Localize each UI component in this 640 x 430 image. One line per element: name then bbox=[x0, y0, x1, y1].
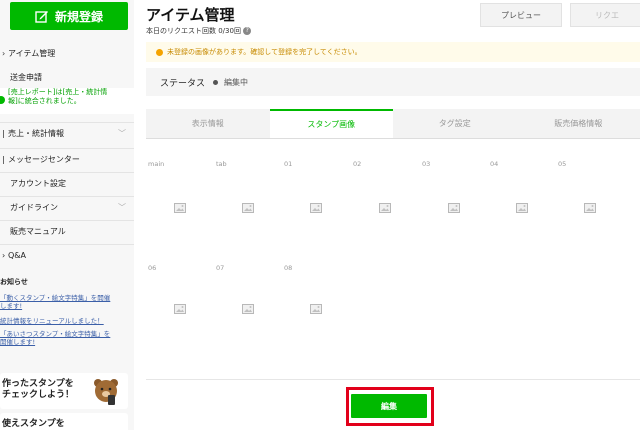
news-link[interactable]: 「あいさつスタンプ・絵文字特集」を 開催します! bbox=[0, 330, 132, 346]
warning-text: 未登録の画像があります。確認して登録を完了してください。 bbox=[167, 48, 362, 56]
tab-display-info[interactable]: 表示情報 bbox=[146, 109, 270, 138]
news-link-text: 「動くスタンプ・絵文字特集」を開催 bbox=[0, 294, 111, 302]
news-link-text: 「あいさつスタンプ・絵文字特集」を bbox=[0, 330, 111, 338]
image-placeholder-icon[interactable] bbox=[448, 203, 460, 213]
sidebar-item-label: アカウント設定 bbox=[10, 179, 66, 188]
bullet-icon: | bbox=[2, 129, 5, 138]
request-count-text: 本日のリクエスト回数 0/30回 bbox=[146, 27, 241, 35]
stamp-slot-label: 08 bbox=[284, 264, 293, 272]
news-link[interactable]: 統計情報をリニューアルしました！ bbox=[0, 317, 132, 325]
stamp-slot-label: 03 bbox=[422, 160, 431, 168]
new-registration-button[interactable]: 新規登録 bbox=[10, 2, 128, 30]
edit-button[interactable]: 編集 bbox=[351, 394, 427, 418]
tab-sales-price[interactable]: 販売価格情報 bbox=[517, 109, 640, 138]
image-placeholder-icon[interactable] bbox=[174, 203, 186, 213]
sidebar-item-qa[interactable]: › Q&A bbox=[0, 244, 134, 266]
image-placeholder-icon[interactable] bbox=[379, 203, 391, 213]
sidebar-item-account-settings[interactable]: アカウント設定 bbox=[0, 172, 134, 194]
stamp-slot-label: 05 bbox=[558, 160, 567, 168]
stamp-slot-label: 02 bbox=[353, 160, 362, 168]
promo-banner-check-stamps[interactable]: 作ったスタンプを チェックしよう！ bbox=[0, 373, 128, 409]
footer-divider bbox=[146, 379, 640, 380]
sidebar-item-label: Q&A bbox=[8, 251, 27, 260]
notice-line: [売上レポート]は[売上・統計情 bbox=[8, 88, 108, 96]
tab-stamp-images[interactable]: スタンプ画像 bbox=[269, 109, 393, 138]
preview-button[interactable]: プレビュー bbox=[480, 3, 562, 27]
image-placeholder-icon[interactable] bbox=[516, 203, 528, 213]
image-placeholder-icon[interactable] bbox=[310, 304, 322, 314]
help-icon[interactable]: ? bbox=[243, 27, 252, 35]
brown-bear-icon bbox=[94, 379, 118, 405]
sidebar-notice: [売上レポート]は[売上・統計情 報]に統合されました。 bbox=[0, 88, 134, 114]
bullet-icon: | bbox=[2, 155, 5, 164]
promo-text: 使えスタンプを bbox=[2, 419, 65, 429]
promo-banner-use-stamps[interactable]: 使えスタンプを bbox=[0, 413, 128, 430]
sidebar: 新規登録 › アイテム管理 送金申請 [売上レポート]は[売上・統計情 報]に統… bbox=[0, 0, 134, 430]
bullet-icon: › bbox=[2, 251, 6, 260]
warning-banner: 未登録の画像があります。確認して登録を完了してください。 bbox=[146, 42, 640, 62]
status-dot-icon bbox=[213, 79, 219, 85]
sidebar-item-item-management[interactable]: › アイテム管理 bbox=[0, 44, 134, 62]
image-placeholder-icon[interactable] bbox=[584, 203, 596, 213]
sidebar-item-label: メッセージセンター bbox=[8, 155, 80, 164]
stamp-slot-label: main bbox=[148, 160, 165, 168]
tab-bar: 表示情報 スタンプ画像 タグ設定 販売価格情報 bbox=[146, 109, 640, 139]
sidebar-item-sales-manual[interactable]: 販売マニュアル bbox=[0, 220, 134, 242]
notice-line: 報]に統合されました。 bbox=[8, 97, 81, 105]
image-placeholder-icon[interactable] bbox=[174, 304, 186, 314]
request-count: 本日のリクエスト回数 0/30回 ? bbox=[146, 26, 252, 36]
image-placeholder-icon[interactable] bbox=[242, 203, 254, 213]
stamp-slot-label: 04 bbox=[490, 160, 499, 168]
chevron-down-icon: ﹀ bbox=[118, 129, 126, 138]
sidebar-item-label: ガイドライン bbox=[10, 203, 58, 212]
stamp-slot-label: 07 bbox=[216, 264, 225, 272]
tab-tag-settings[interactable]: タグ設定 bbox=[393, 109, 517, 138]
page-title: アイテム管理 bbox=[146, 6, 235, 24]
status-label: ステータス bbox=[160, 78, 206, 89]
sidebar-item-sales-stats[interactable]: | 売上・統計情報 ﹀ bbox=[0, 122, 134, 144]
news-link-text: します! bbox=[0, 302, 23, 310]
sidebar-item-label: 売上・統計情報 bbox=[8, 129, 64, 138]
stamp-slot-label: 06 bbox=[148, 264, 157, 272]
news-link[interactable]: 「動くスタンプ・絵文字特集」を開催 します! bbox=[0, 294, 132, 310]
stamp-slot-label: 01 bbox=[284, 160, 293, 168]
sidebar-item-label: 送金申請 bbox=[10, 72, 42, 82]
status-value: 編集中 bbox=[224, 77, 249, 87]
stamp-slot-label: tab bbox=[216, 160, 227, 168]
image-placeholder-icon[interactable] bbox=[242, 304, 254, 314]
news-heading: お知らせ bbox=[0, 278, 28, 286]
status-bar: ステータス 編集中 bbox=[146, 68, 640, 96]
bullet-icon: › bbox=[2, 48, 6, 58]
image-placeholder-icon[interactable] bbox=[310, 203, 322, 213]
sidebar-item-guideline[interactable]: ガイドライン ﹀ bbox=[0, 196, 134, 218]
sidebar-item-label: 販売マニュアル bbox=[10, 227, 66, 236]
request-button[interactable]: リクエ bbox=[570, 3, 640, 27]
edit-icon bbox=[35, 11, 48, 23]
news-link-text: 統計情報をリニューアルしました！ bbox=[0, 317, 104, 325]
main-content: アイテム管理 本日のリクエスト回数 0/30回 ? プレビュー リクエ 未登録の… bbox=[134, 0, 640, 430]
info-dot-icon bbox=[0, 96, 5, 104]
new-registration-label: 新規登録 bbox=[54, 9, 103, 24]
news-link-text: 開催します! bbox=[0, 338, 36, 346]
sidebar-item-label: アイテム管理 bbox=[8, 48, 56, 58]
chevron-down-icon: ﹀ bbox=[118, 203, 126, 212]
sidebar-item-remittance[interactable]: 送金申請 bbox=[0, 68, 134, 86]
sidebar-item-message-center[interactable]: | メッセージセンター bbox=[0, 148, 134, 170]
warning-icon bbox=[156, 48, 163, 56]
